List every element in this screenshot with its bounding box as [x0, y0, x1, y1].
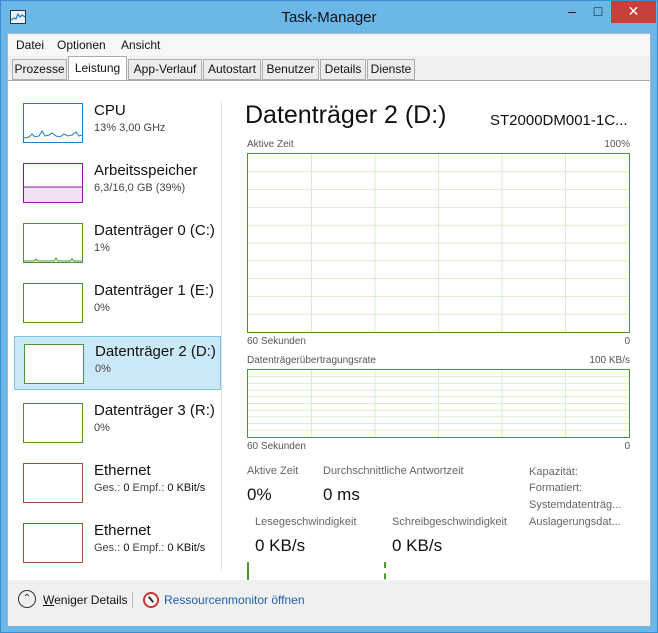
transfer-rate-graph-label: Datenträgerübertragungsrate — [247, 355, 376, 366]
ges-label: Ges.: — [94, 542, 121, 554]
sidebar-item-detail: 0% — [94, 302, 110, 314]
sidebar-item-ethernet-1[interactable]: Ethernet Ges.: 0 Empf.: 0 KBit/s — [14, 456, 221, 510]
active-time-graph-min: 0 — [624, 336, 630, 347]
sidebar-item-label: CPU — [94, 102, 126, 119]
read-speed-label: Lesegeschwindigkeit — [255, 516, 357, 528]
active-time-graph-label: Aktive Zeit — [247, 139, 294, 150]
ethernet-1-mini-graph — [23, 463, 83, 503]
disk-model: ST2000DM001-1C... — [490, 112, 628, 129]
memory-mini-graph — [23, 163, 83, 203]
menu-datei[interactable]: Datei — [16, 38, 44, 52]
less-details-button[interactable]: Weniger Details — [43, 593, 127, 607]
minimize-button[interactable]: – — [559, 1, 585, 23]
menu-optionen[interactable]: Optionen — [57, 38, 106, 52]
sidebar-item-label: Datenträger 0 (C:) — [94, 222, 215, 239]
tab-app-verlauf[interactable]: App-Verlauf — [128, 59, 202, 80]
sidebar-item-label: Ethernet — [94, 522, 151, 539]
disk-0-mini-graph — [23, 223, 83, 263]
footer-bar: ⌃ Weniger Details Ressourcenmonitor öffn… — [8, 580, 650, 626]
tab-autostart[interactable]: Autostart — [203, 59, 261, 80]
disk-2-mini-graph — [24, 344, 84, 384]
footer-divider — [132, 592, 133, 608]
ges-label: Ges.: — [94, 482, 121, 494]
sidebar-item-label: Datenträger 1 (E:) — [94, 282, 215, 299]
sidebar-item-cpu[interactable]: CPU 13% 3,00 GHz — [14, 96, 221, 150]
task-manager-window: Task-Manager – □ ✕ Datei Optionen Ansich… — [0, 0, 658, 633]
transfer-rate-graph-min: 0 — [624, 441, 630, 452]
tab-benutzer[interactable]: Benutzer — [262, 59, 319, 80]
sidebar-item-disk-1[interactable]: Datenträger 1 (E:) 0% — [14, 276, 221, 330]
active-time-label: Aktive Zeit — [247, 465, 299, 477]
maximize-button[interactable]: □ — [585, 1, 611, 23]
sidebar-item-disk-2[interactable]: Datenträger 2 (D:) 0% — [14, 336, 221, 390]
active-time-value: 0% — [247, 485, 272, 504]
ges-value: 0 — [123, 542, 130, 554]
disk-1-mini-graph — [23, 283, 83, 323]
sidebar-item-label: Datenträger 3 (R:) — [94, 402, 215, 419]
sidebar-item-detail: 0% — [95, 363, 111, 375]
client-area: Datei Optionen Ansicht Prozesse Leistung… — [7, 33, 651, 626]
sidebar-item-detail: 13% 3,00 GHz — [94, 122, 166, 134]
transfer-rate-graph-max: 100 KB/s — [589, 355, 630, 366]
disk-3-mini-graph — [23, 403, 83, 443]
empf-label: Empf.: — [132, 482, 165, 494]
sidebar-item-label: Arbeitsspeicher — [94, 162, 198, 179]
resource-monitor-icon[interactable] — [143, 592, 159, 608]
read-speed-value: 0 KB/s — [255, 536, 306, 555]
sidebar-divider — [221, 101, 222, 571]
title-bar[interactable]: Task-Manager – □ ✕ — [1, 1, 657, 33]
empf-value: 0 KBit/s — [167, 542, 206, 554]
sidebar-item-detail: 1% — [94, 242, 110, 254]
sidebar-item-detail: Ges.: 0 Empf.: 0 KBit/s — [94, 482, 205, 494]
page-title: Datenträger 2 (D:) — [245, 101, 447, 129]
tab-leistung[interactable]: Leistung — [68, 56, 127, 81]
tab-dienste[interactable]: Dienste — [367, 59, 415, 80]
ges-value: 0 — [123, 482, 130, 494]
menu-ansicht[interactable]: Ansicht — [121, 38, 160, 52]
close-button[interactable]: ✕ — [611, 1, 656, 23]
response-time-value: 0 ms — [323, 485, 360, 504]
property-capacity: Kapazität: — [529, 466, 578, 478]
less-details-access-key: W — [43, 593, 55, 607]
sidebar-item-disk-0[interactable]: Datenträger 0 (C:) 1% — [14, 216, 221, 270]
transfer-rate-graph-timespan: 60 Sekunden — [247, 441, 306, 452]
sidebar-item-label: Ethernet — [94, 462, 151, 479]
sidebar-item-detail: 6,3/16,0 GB (39%) — [94, 182, 186, 194]
active-time-graph — [247, 153, 630, 333]
tab-prozesse[interactable]: Prozesse — [12, 59, 67, 80]
transfer-rate-graph — [247, 369, 630, 438]
response-time-label: Durchschnittliche Antwortzeit — [323, 465, 464, 477]
tab-details[interactable]: Details — [320, 59, 366, 80]
sidebar-item-detail: Ges.: 0 Empf.: 0 KBit/s — [94, 542, 205, 554]
empf-label: Empf.: — [132, 542, 165, 554]
write-speed-value: 0 KB/s — [392, 536, 443, 555]
resource-monitor-link[interactable]: Ressourcenmonitor öffnen — [164, 593, 305, 607]
ethernet-2-mini-graph — [23, 523, 83, 563]
menu-bar: Datei Optionen Ansicht — [8, 34, 650, 56]
sidebar-item-label: Datenträger 2 (D:) — [95, 343, 216, 360]
active-time-graph-max: 100% — [604, 139, 630, 150]
chevron-up-icon[interactable]: ⌃ — [18, 590, 36, 608]
cpu-mini-graph — [23, 103, 83, 143]
property-pagefile: Auslagerungsdat... — [529, 516, 621, 528]
sidebar-item-arbeitsspeicher[interactable]: Arbeitsspeicher 6,3/16,0 GB (39%) — [14, 156, 221, 210]
write-speed-label: Schreibgeschwindigkeit — [392, 516, 507, 528]
property-formatted: Formatiert: — [529, 482, 583, 494]
property-system-disk: Systemdatenträg... — [529, 499, 622, 511]
performance-panel: CPU 13% 3,00 GHz Arbeitsspeicher 6,3/16,… — [8, 80, 650, 602]
sidebar-item-detail: 0% — [94, 422, 110, 434]
active-time-graph-timespan: 60 Sekunden — [247, 336, 306, 347]
empf-value: 0 KBit/s — [167, 482, 206, 494]
sidebar-item-disk-3[interactable]: Datenträger 3 (R:) 0% — [14, 396, 221, 450]
sidebar-item-ethernet-2[interactable]: Ethernet Ges.: 0 Empf.: 0 KBit/s — [14, 516, 221, 570]
less-details-label: eniger Details — [54, 593, 128, 607]
